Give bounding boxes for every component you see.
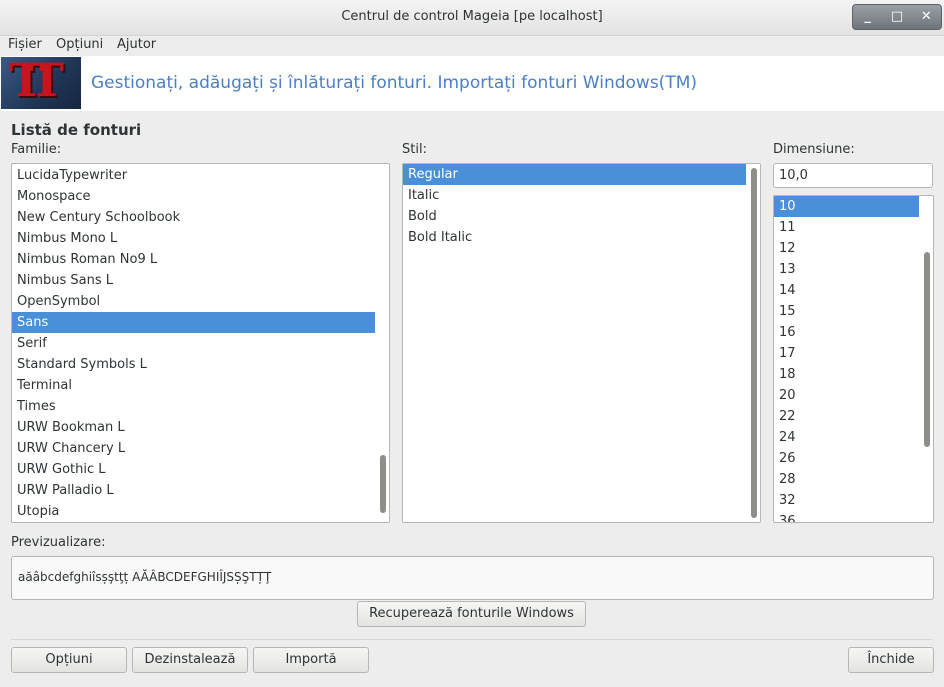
family-list-item[interactable]: URW Chancery L [12, 438, 375, 459]
family-list-item[interactable]: URW Palladio L [12, 480, 375, 501]
size-list-item[interactable]: 17 [774, 343, 919, 364]
window-controls: _ □ ✕ [852, 4, 942, 30]
size-list-item[interactable]: 26 [774, 448, 919, 469]
family-list-item[interactable]: Standard Symbols L [12, 354, 375, 375]
family-list-item[interactable]: LucidaTypewriter [12, 165, 375, 186]
family-list-item[interactable]: Sans [12, 312, 375, 333]
family-list-item[interactable]: New Century Schoolbook [12, 207, 375, 228]
close-button[interactable]: Închide [848, 647, 934, 673]
size-scrollbar[interactable] [924, 252, 930, 447]
size-list-item[interactable]: 13 [774, 259, 919, 280]
size-list-item[interactable]: 11 [774, 217, 919, 238]
style-scrollbar[interactable] [751, 168, 757, 518]
preview-label: Previzualizare: [11, 535, 106, 550]
size-list-item[interactable]: 14 [774, 280, 919, 301]
family-list-item[interactable]: Serif [12, 333, 375, 354]
menu-help[interactable]: Ajutor [117, 37, 156, 52]
menu-options[interactable]: Opțiuni [56, 37, 103, 52]
size-list[interactable]: 10 11 12 13 14 15 16 17 18 20 22 24 26 28 32 36 [773, 195, 934, 523]
recover-windows-fonts-button[interactable]: Recuperează fonturile Windows [357, 601, 586, 627]
size-list-item[interactable]: 18 [774, 364, 919, 385]
uninstall-button[interactable]: Dezinstalează [132, 647, 248, 673]
options-button[interactable]: Opțiuni [11, 647, 127, 673]
close-window-button[interactable]: ✕ [912, 5, 941, 29]
banner-text: Gestionați, adăugați și înlăturați fontu… [91, 73, 697, 93]
section-title: Listă de fonturi [11, 121, 142, 139]
family-list-item[interactable]: OpenSymbol [12, 291, 375, 312]
size-list-item[interactable]: 20 [774, 385, 919, 406]
style-list-item[interactable]: Bold Italic [403, 227, 746, 248]
family-list-item[interactable]: URW Gothic L [12, 459, 375, 480]
size-label: Dimensiune: [773, 142, 855, 157]
size-list-item[interactable]: 15 [774, 301, 919, 322]
family-list-item[interactable]: Monospace [12, 186, 375, 207]
size-input[interactable]: 10,0 [773, 163, 933, 188]
style-list-item[interactable]: Bold [403, 206, 746, 227]
import-button[interactable]: Importă [253, 647, 369, 673]
size-list-item[interactable]: 16 [774, 322, 919, 343]
size-list-item[interactable]: 24 [774, 427, 919, 448]
family-list-item[interactable]: Nimbus Sans L [12, 270, 375, 291]
size-list-item[interactable]: 22 [774, 406, 919, 427]
logo-letters: TT [9, 57, 64, 107]
size-list-item[interactable]: 28 [774, 469, 919, 490]
window-title: Centrul de control Mageia [pe localhost] [341, 9, 603, 24]
font-manager-logo-icon: TT [1, 57, 81, 109]
size-list-item[interactable]: 10 [774, 196, 919, 217]
style-label: Stil: [402, 142, 427, 157]
style-list[interactable]: Regular Italic Bold Bold Italic [402, 163, 761, 523]
style-list-item[interactable]: Italic [403, 185, 746, 206]
family-list-item[interactable]: Nimbus Roman No9 L [12, 249, 375, 270]
separator [11, 639, 932, 640]
family-list-item[interactable]: Utopia [12, 501, 375, 522]
family-list-item[interactable]: Nimbus Mono L [12, 228, 375, 249]
family-scrollbar[interactable] [380, 455, 386, 513]
menu-file[interactable]: Fișier [8, 37, 42, 52]
family-label: Familie: [11, 142, 62, 157]
maximize-button[interactable]: □ [882, 5, 911, 29]
menu-bar: Fișier Opțiuni Ajutor [0, 35, 944, 56]
size-list-item[interactable]: 12 [774, 238, 919, 259]
preview-box: aăâbcdefghiîsșştţț AĂÂBCDEFGHIÎJSȘŞTȚŢ [11, 556, 934, 600]
family-list-item[interactable]: Terminal [12, 375, 375, 396]
family-list-item[interactable]: Times [12, 396, 375, 417]
family-list-item[interactable]: URW Bookman L [12, 417, 375, 438]
size-list-item[interactable]: 32 [774, 490, 919, 511]
preview-text: aăâbcdefghiîsșştţț AĂÂBCDEFGHIÎJSȘŞTȚŢ [18, 570, 272, 584]
size-list-item[interactable]: 36 [774, 511, 919, 522]
minimize-button[interactable]: _ [853, 5, 882, 29]
style-list-item[interactable]: Regular [403, 164, 746, 185]
family-list[interactable]: LucidaTypewriter Monospace New Century Sch… [11, 163, 390, 523]
